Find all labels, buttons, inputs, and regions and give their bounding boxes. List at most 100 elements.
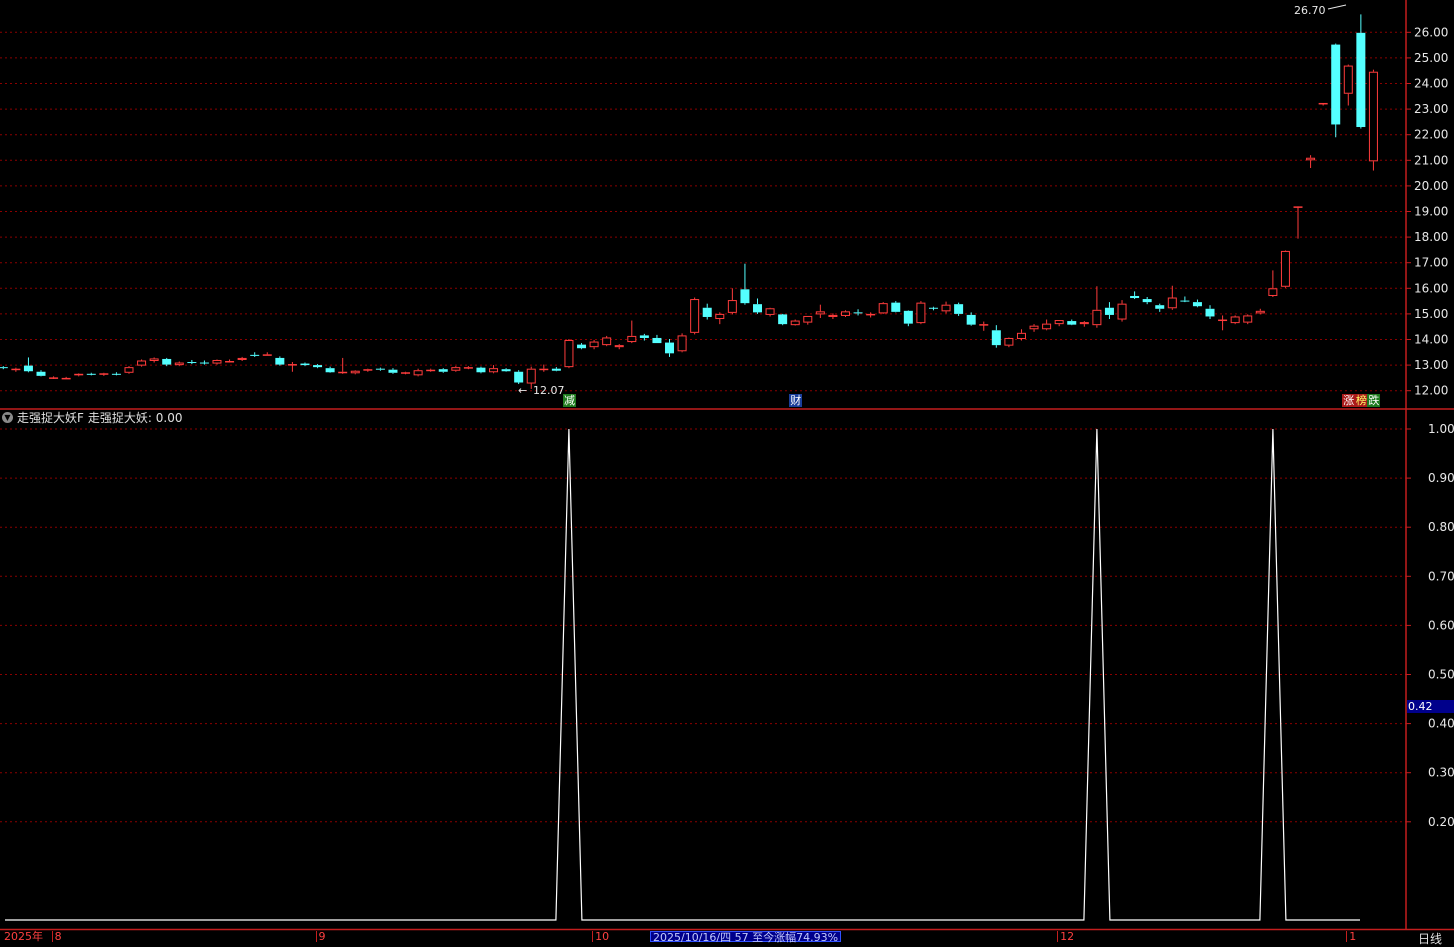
candle-body — [1167, 297, 1177, 309]
price-tick-label: 23.00 — [1414, 102, 1448, 116]
event-badge[interactable]: 涨 — [1342, 394, 1356, 407]
candle-body — [828, 314, 838, 317]
price-tick-label: 20.00 — [1414, 179, 1448, 193]
candle-body — [1368, 71, 1378, 162]
candle-body — [413, 370, 423, 376]
date-axis-label: 12 — [1057, 931, 1074, 942]
candle — [137, 359, 147, 367]
candle-body — [966, 314, 976, 325]
candle — [677, 333, 687, 353]
candle-body — [602, 337, 612, 346]
low-price-arrow: ← — [518, 384, 527, 397]
candle-body — [325, 368, 335, 373]
event-badge[interactable]: 跌 — [1367, 394, 1381, 407]
high-price-label: 26.70 — [1294, 4, 1326, 17]
candle-body — [1079, 322, 1089, 325]
indicator-tick-label: 0.20 — [1428, 815, 1454, 829]
indicator-header[interactable]: ▼ 走强捉大妖F 走强捉大妖: 0.00 — [2, 409, 182, 425]
period-selector[interactable]: 日线 — [1418, 930, 1442, 947]
candle-body — [903, 310, 913, 324]
candle-body — [86, 373, 96, 375]
candle-body — [99, 373, 109, 375]
candle-body — [1130, 295, 1140, 299]
candle-body — [803, 315, 813, 323]
candle-body — [74, 373, 84, 376]
candle-body — [438, 369, 448, 372]
candle — [690, 297, 700, 335]
chevron-down-icon[interactable]: ▼ — [2, 411, 13, 423]
candle — [602, 335, 612, 347]
candle-body — [840, 311, 850, 316]
candle-body — [614, 345, 624, 348]
candle-body — [1054, 320, 1064, 325]
candle-body — [426, 369, 436, 372]
candle — [1280, 250, 1290, 288]
candle — [124, 366, 134, 374]
candle-body — [539, 368, 549, 371]
candle-body — [1255, 310, 1265, 314]
candle-body — [954, 304, 964, 314]
candle-body — [1142, 299, 1152, 303]
candle-body — [1092, 309, 1102, 326]
candle-body — [463, 367, 473, 369]
candle-body — [1016, 332, 1026, 339]
candle-body — [778, 314, 788, 325]
candle-body — [49, 377, 59, 379]
candle-body — [388, 369, 398, 373]
candle-body — [199, 362, 209, 364]
candle-body — [815, 311, 825, 315]
candle-body — [514, 371, 524, 383]
candle-body — [564, 340, 574, 368]
candle — [514, 370, 524, 385]
candle-body — [149, 358, 159, 362]
chart-background — [0, 0, 1454, 942]
candle-body — [652, 337, 662, 344]
indicator-name[interactable]: 走强捉大妖F — [17, 409, 84, 426]
price-tick-label: 19.00 — [1414, 205, 1448, 219]
candle-body — [991, 330, 1001, 346]
price-tick-label: 21.00 — [1414, 153, 1448, 167]
price-tick-label: 18.00 — [1414, 230, 1448, 244]
indicator-tick-label: 0.40 — [1428, 717, 1454, 731]
indicator-tick-label: 0.50 — [1428, 668, 1454, 682]
indicator-tick-label: 0.60 — [1428, 618, 1454, 632]
indicator-tick-label: 0.70 — [1428, 569, 1454, 583]
candle-body — [677, 335, 687, 352]
kline-chart-canvas[interactable]: 12.00 13.00 14.00 15.00 16.00 17.00 18.00 19.00… — [0, 0, 1454, 942]
indicator-tick-label: 0.90 — [1428, 471, 1454, 485]
candle-body — [1029, 325, 1039, 330]
date-axis-label: 9 — [315, 931, 326, 942]
candle-body — [727, 300, 737, 313]
event-badge[interactable]: 榜 — [1354, 394, 1368, 407]
status-readout: 2025/10/16/四 57 至今涨幅74.93% — [650, 931, 842, 943]
candle-body — [526, 368, 536, 384]
date-axis-label: 1 — [1346, 931, 1356, 942]
candle-body — [162, 358, 172, 365]
candle-body — [1306, 157, 1316, 161]
candle-body — [124, 367, 134, 373]
candle-body — [1356, 32, 1366, 128]
candle-body — [174, 362, 184, 366]
date-axis-label: 10 — [592, 931, 609, 942]
candle-body — [790, 320, 800, 326]
candle-body — [0, 367, 8, 369]
indicator-tick-label: 0.30 — [1428, 766, 1454, 780]
candle-body — [501, 369, 511, 372]
candle-body — [338, 371, 348, 374]
low-price-label: 12.07 — [533, 384, 565, 397]
chart-stage[interactable]: 12.00 13.00 14.00 15.00 16.00 17.00 18.00 19.00… — [0, 0, 1454, 946]
candle-body — [275, 357, 285, 365]
candle-body — [928, 307, 938, 309]
price-tick-label: 17.00 — [1414, 256, 1448, 270]
candle-body — [577, 344, 587, 349]
candle-body — [878, 303, 888, 314]
candle — [778, 313, 788, 326]
candle — [1230, 315, 1240, 325]
candle-body — [1318, 102, 1328, 105]
candle-body — [401, 372, 411, 374]
event-badge[interactable]: 财 — [789, 394, 803, 407]
event-badge[interactable]: 减 — [562, 394, 576, 407]
candle-body — [916, 302, 926, 324]
candle-body — [476, 367, 486, 373]
price-tick-label: 26.00 — [1414, 25, 1448, 39]
